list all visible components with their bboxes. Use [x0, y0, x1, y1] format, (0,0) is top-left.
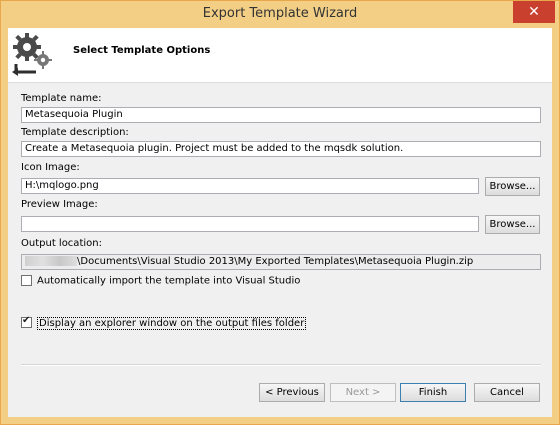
window-title: Export Template Wizard: [202, 6, 358, 21]
auto-import-label: Automatically import the template into V…: [37, 275, 301, 287]
explorer-window-checkbox[interactable]: [21, 315, 32, 328]
footer-divider: [21, 364, 541, 366]
finish-button[interactable]: Finish: [400, 383, 466, 402]
export-template-wizard-window: Export Template Wizard ✕ Select Template…: [0, 0, 560, 425]
preview-image-label: Preview Image:: [21, 199, 98, 210]
auto-import-option[interactable]: Automatically import the template into V…: [21, 275, 300, 287]
gear-with-arrow-icon: [12, 33, 52, 76]
template-description-field[interactable]: Create a Metasequoia plugin. Project mus…: [21, 141, 541, 157]
auto-import-checkbox[interactable]: [21, 275, 32, 286]
section-title: Select Template Options: [73, 45, 211, 56]
explorer-window-option[interactable]: Display an explorer window on the output…: [21, 315, 307, 330]
close-icon: ✕: [528, 4, 540, 20]
output-location-value: \Documents\Visual Studio 2013\My Exporte…: [77, 256, 474, 267]
output-location-label: Output location:: [21, 238, 102, 249]
icon-image-label: Icon Image:: [21, 162, 80, 173]
template-name-label: Template name:: [21, 93, 102, 104]
redacted-user-path: [25, 256, 77, 266]
preview-image-field[interactable]: [21, 216, 479, 232]
dialog-client-area: Select Template Options Template name: M…: [8, 28, 552, 417]
cancel-button[interactable]: Cancel: [474, 383, 540, 402]
output-location-field[interactable]: \Documents\Visual Studio 2013\My Exporte…: [21, 254, 541, 270]
next-button[interactable]: Next >: [330, 383, 396, 402]
close-button[interactable]: ✕: [513, 1, 555, 23]
title-bar[interactable]: Export Template Wizard ✕: [1, 1, 559, 29]
preview-browse-button[interactable]: Browse...: [485, 215, 540, 234]
explorer-window-label: Display an explorer window on the output…: [37, 316, 307, 330]
previous-button[interactable]: < Previous: [259, 383, 325, 402]
icon-browse-button[interactable]: Browse...: [485, 177, 540, 196]
template-description-label: Template description:: [21, 127, 129, 138]
wizard-header: Select Template Options: [8, 28, 552, 83]
template-name-field[interactable]: Metasequoia Plugin: [21, 107, 541, 123]
icon-image-field[interactable]: H:\mqlogo.png: [21, 178, 479, 194]
